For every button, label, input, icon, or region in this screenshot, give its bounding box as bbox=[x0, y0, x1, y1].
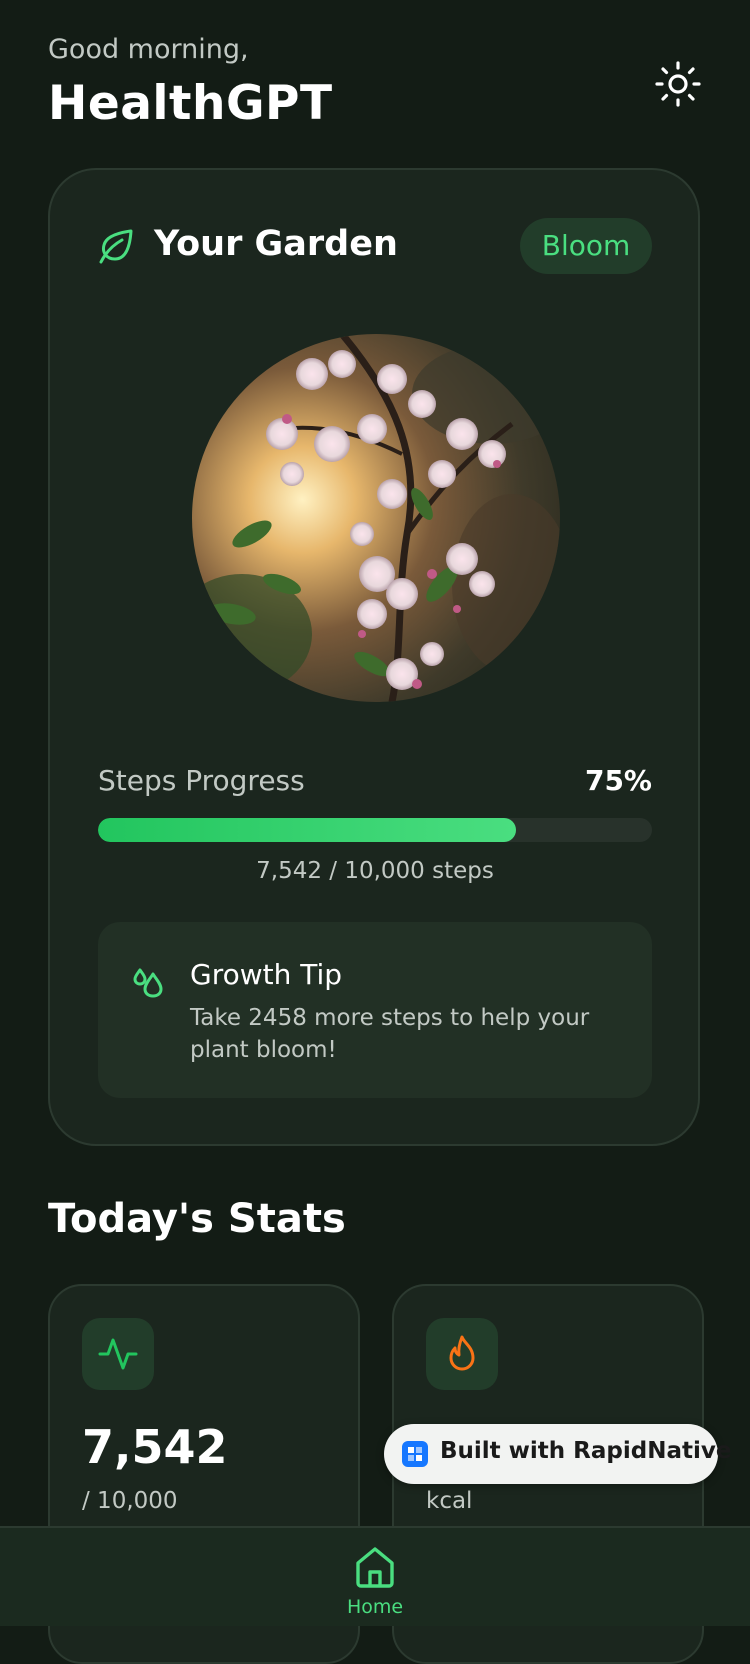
steps-progress-bar bbox=[98, 818, 652, 842]
app-title: HealthGPT bbox=[48, 76, 333, 131]
steps-progress-label: Steps Progress bbox=[98, 764, 305, 797]
steps-stat-sub: / 10,000 bbox=[82, 1488, 178, 1514]
calories-stat-sub: kcal bbox=[426, 1488, 473, 1514]
leaf-icon bbox=[99, 229, 133, 264]
stats-section-title: Today's Stats bbox=[48, 1196, 346, 1242]
steps-progress-fill bbox=[98, 818, 516, 842]
sun-icon[interactable] bbox=[654, 60, 702, 108]
garden-title: Your Garden bbox=[154, 224, 398, 264]
flame-icon bbox=[449, 1335, 475, 1371]
nav-home-label[interactable]: Home bbox=[0, 1596, 750, 1618]
rapidnative-logo-icon bbox=[402, 1441, 428, 1467]
growth-tip-text: Take 2458 more steps to help your plant … bbox=[190, 1005, 590, 1063]
steps-stat-value: 7,542 bbox=[82, 1420, 228, 1474]
greeting-text: Good morning, bbox=[48, 34, 249, 65]
plant-stage-badge: Bloom bbox=[520, 218, 652, 274]
steps-progress-percent: 75% bbox=[584, 764, 652, 797]
droplets-icon bbox=[133, 968, 163, 998]
steps-count: 7,542 / 10,000 steps bbox=[256, 858, 494, 884]
plant-image bbox=[192, 334, 560, 702]
built-with-badge[interactable]: Built with RapidNative bbox=[384, 1424, 731, 1484]
home-icon[interactable] bbox=[352, 1544, 398, 1590]
built-with-text: Built with RapidNative bbox=[440, 1438, 732, 1464]
activity-icon bbox=[98, 1338, 138, 1370]
growth-tip-title: Growth Tip bbox=[190, 958, 343, 991]
